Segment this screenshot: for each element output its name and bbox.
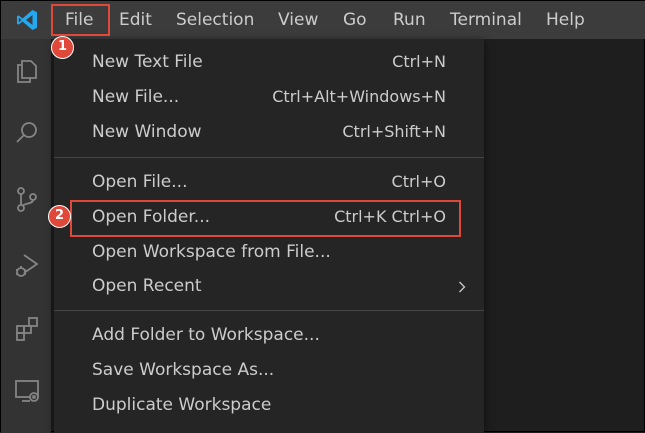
menu-go[interactable]: Go — [343, 10, 367, 30]
vscode-logo-icon[interactable] — [15, 8, 39, 32]
menu-item-new-text-file[interactable]: New Text File Ctrl+N — [54, 46, 484, 78]
search-icon[interactable] — [13, 119, 41, 147]
menu-item-label: Save Workspace As... — [92, 360, 275, 380]
menu-item-label: Open Recent — [92, 276, 202, 296]
menu-item-shortcut: Ctrl+Alt+Windows+N — [272, 87, 446, 106]
menu-item-new-file[interactable]: New File... Ctrl+Alt+Windows+N — [54, 81, 484, 113]
menu-item-label: Open Workspace from File... — [92, 242, 331, 262]
menu-item-open-file[interactable]: Open File... Ctrl+O — [54, 166, 484, 198]
file-menu-highlight — [51, 4, 110, 36]
menu-item-shortcut: Ctrl+O — [391, 172, 446, 191]
menu-item-save-workspace-as[interactable]: Save Workspace As... — [54, 354, 484, 386]
source-control-icon[interactable] — [13, 185, 41, 213]
menu-view[interactable]: View — [278, 10, 318, 30]
remote-explorer-icon[interactable] — [13, 377, 41, 405]
menu-terminal[interactable]: Terminal — [450, 10, 522, 30]
menu-selection[interactable]: Selection — [176, 10, 254, 30]
menu-item-label: Open File... — [92, 172, 188, 192]
menu-item-label: New File... — [92, 87, 180, 107]
explorer-icon[interactable] — [13, 57, 41, 85]
chevron-right-icon — [459, 281, 466, 293]
menu-item-label: Duplicate Workspace — [92, 395, 272, 415]
menu-edit[interactable]: Edit — [119, 10, 152, 30]
menu-item-duplicate-workspace[interactable]: Duplicate Workspace — [54, 389, 484, 421]
menu-item-label: New Window — [92, 122, 202, 142]
menu-item-new-window[interactable]: New Window Ctrl+Shift+N — [54, 116, 484, 148]
menu-separator — [54, 310, 484, 311]
activity-bar — [1, 39, 51, 433]
run-debug-icon[interactable] — [13, 251, 41, 279]
menu-run[interactable]: Run — [393, 10, 426, 30]
extensions-icon[interactable] — [13, 315, 41, 343]
menu-item-label: Add Folder to Workspace... — [92, 325, 320, 345]
menu-item-add-folder-to-workspace[interactable]: Add Folder to Workspace... — [54, 319, 484, 351]
step-2-badge: 2 — [48, 205, 71, 228]
menu-item-open-recent[interactable]: Open Recent — [54, 270, 484, 302]
step-1-badge: 1 — [51, 36, 74, 59]
menu-help[interactable]: Help — [546, 10, 585, 30]
menu-item-shortcut: Ctrl+N — [392, 52, 446, 71]
open-folder-highlight — [70, 200, 461, 237]
menu-item-open-workspace-from-file[interactable]: Open Workspace from File... — [54, 236, 484, 268]
menu-item-label: New Text File — [92, 52, 203, 72]
menu-item-shortcut: Ctrl+Shift+N — [342, 122, 446, 141]
menu-separator — [54, 157, 484, 158]
